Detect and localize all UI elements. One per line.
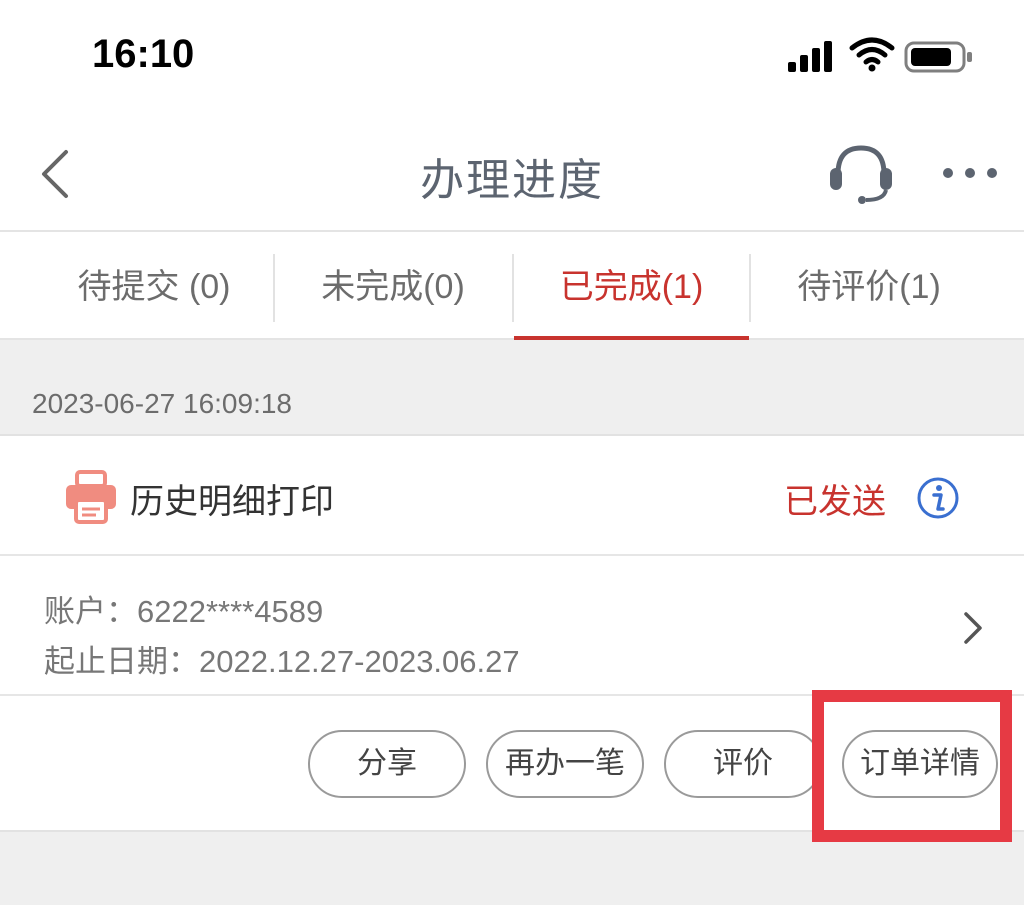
tab-unfinished[interactable]: 未完成(0) bbox=[275, 232, 511, 340]
order-actions: 分享 再办一笔 评价 订单详情 bbox=[0, 698, 1024, 832]
tab-pending-submit[interactable]: 待提交 (0) bbox=[36, 232, 272, 340]
date-range: 起止日期：2022.12.27-2023.06.27 bbox=[44, 644, 520, 679]
wifi-icon bbox=[849, 37, 895, 72]
status-bar: 16:10 bbox=[0, 0, 1024, 112]
tab-pending-review[interactable]: 待评价(1) bbox=[751, 232, 987, 340]
nav-bar: 办理进度 bbox=[0, 112, 1024, 230]
signal-icon bbox=[788, 41, 832, 72]
order-status: 已发送 bbox=[784, 482, 886, 522]
order-date-row: 2023-06-27 16:09:18 bbox=[0, 340, 1024, 436]
back-icon[interactable] bbox=[36, 148, 76, 200]
review-button[interactable]: 评价 bbox=[664, 730, 822, 798]
order-card: 历史明细打印 已发送 账户：6222****4589 起止日期：2022.12.… bbox=[0, 436, 1024, 832]
order-detail-button[interactable]: 订单详情 bbox=[842, 730, 998, 798]
order-title: 历史明细打印 bbox=[130, 482, 334, 522]
share-button[interactable]: 分享 bbox=[308, 730, 466, 798]
tab-completed[interactable]: 已完成(1) bbox=[514, 232, 749, 340]
more-icon[interactable] bbox=[940, 164, 1000, 182]
redo-button[interactable]: 再办一笔 bbox=[486, 730, 644, 798]
order-date: 2023-06-27 16:09:18 bbox=[32, 388, 292, 419]
printer-icon bbox=[66, 470, 116, 524]
chevron-right-icon bbox=[964, 612, 982, 644]
info-icon[interactable] bbox=[916, 476, 960, 520]
headset-icon[interactable] bbox=[826, 142, 896, 204]
account-number: 账户：6222****4589 bbox=[44, 594, 324, 629]
page-title: 办理进度 bbox=[420, 155, 604, 206]
order-card-header: 历史明细打印 已发送 bbox=[0, 436, 1024, 556]
order-details-row[interactable]: 账户：6222****4589 起止日期：2022.12.27-2023.06.… bbox=[0, 556, 1024, 696]
status-time: 16:10 bbox=[92, 32, 195, 76]
status-tabs: 待提交 (0) 未完成(0) 已完成(1) 待评价(1) bbox=[0, 230, 1024, 340]
battery-icon bbox=[904, 41, 972, 73]
